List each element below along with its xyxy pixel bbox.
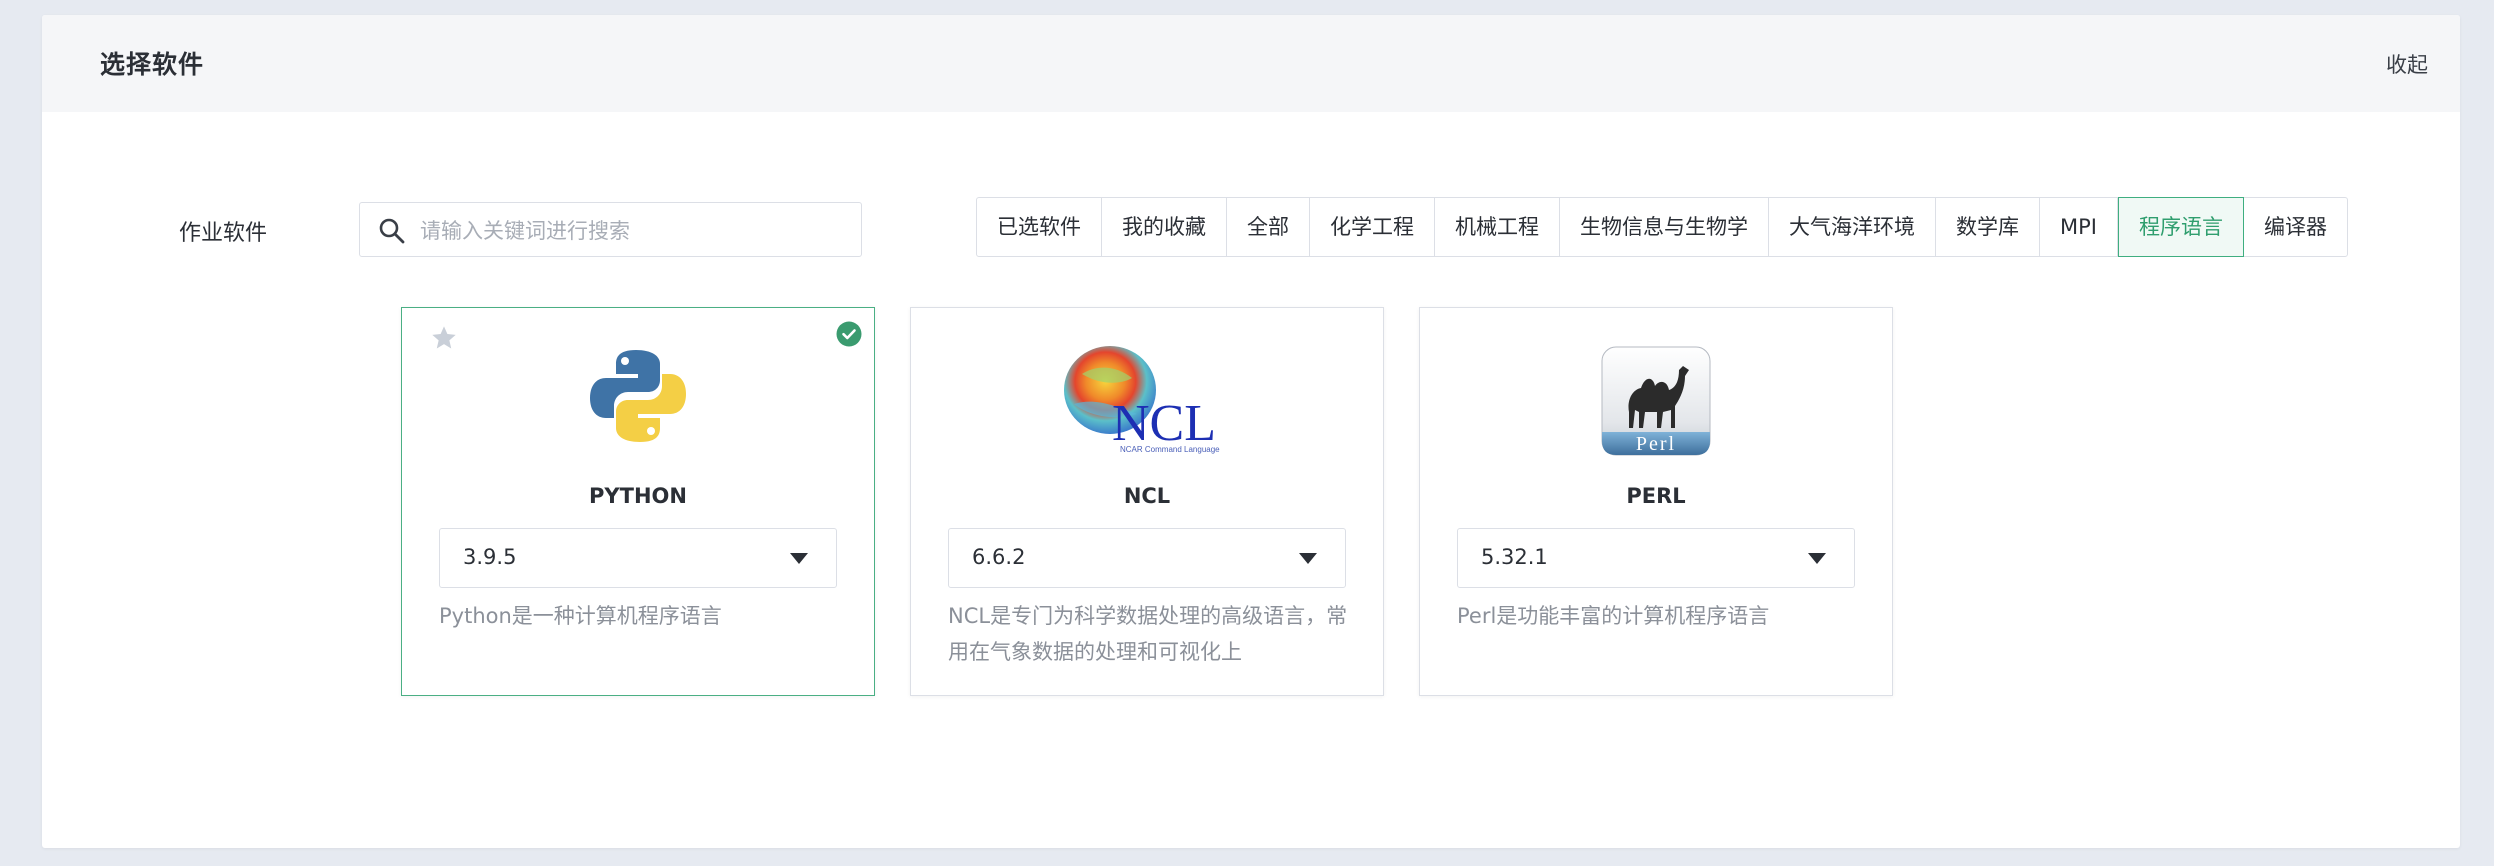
perl-logo-icon: Perl [1601, 346, 1711, 456]
favorite-star-icon[interactable] [430, 324, 458, 352]
version-value: 6.6.2 [972, 545, 1026, 569]
caret-down-icon [790, 553, 808, 564]
software-name: PERL [1626, 484, 1686, 508]
version-select[interactable]: 3.9.5 [439, 528, 837, 588]
caret-down-icon [1299, 553, 1317, 564]
panel-header: 选择软件 收起 [42, 15, 2460, 112]
tab-math-library[interactable]: 数学库 [1936, 198, 2040, 256]
ncl-logo-icon: NCL NCAR Command Language [1064, 346, 1220, 454]
software-description: Python是一种计算机程序语言 [439, 604, 722, 628]
software-name: NCL [1123, 484, 1171, 508]
software-card-perl[interactable]: Perl PERL 5.32.1 Perl是功能丰富的计算机程序语言 [1419, 307, 1893, 696]
collapse-button[interactable]: 收起 [2386, 49, 2428, 79]
caret-down-icon [1808, 553, 1826, 564]
job-software-label: 作业软件 [179, 221, 268, 246]
ncl-logo-subtext: NCAR Command Language [1120, 445, 1220, 454]
version-value: 5.32.1 [1481, 545, 1548, 569]
tab-all[interactable]: 全部 [1227, 198, 1310, 256]
tab-bioinformatics[interactable]: 生物信息与生物学 [1560, 198, 1769, 256]
tab-mechanical-engineering[interactable]: 机械工程 [1435, 198, 1560, 256]
tab-chemical-engineering[interactable]: 化学工程 [1310, 198, 1435, 256]
software-card-ncl[interactable]: NCL NCAR Command Language NCL 6.6.2 NCL是… [910, 307, 1384, 696]
tab-compilers[interactable]: 编译器 [2244, 198, 2347, 256]
version-select[interactable]: 6.6.2 [948, 528, 1346, 588]
tab-mpi[interactable]: MPI [2040, 198, 2118, 256]
software-description: Perl是功能丰富的计算机程序语言 [1457, 604, 1770, 628]
software-name: PYTHON [589, 484, 687, 508]
search-icon [379, 218, 405, 244]
python-logo-icon [590, 350, 686, 442]
search-box [359, 202, 862, 257]
version-value: 3.9.5 [463, 545, 517, 569]
software-card-python[interactable]: PYTHON 3.9.5 Python是一种计算机程序语言 [401, 307, 875, 696]
tab-atmosphere-ocean[interactable]: 大气海洋环境 [1769, 198, 1936, 256]
tab-selected-software[interactable]: 已选软件 [977, 198, 1102, 256]
panel-title: 选择软件 [100, 50, 205, 79]
tab-programming-languages[interactable]: 程序语言 [2117, 197, 2244, 257]
ncl-logo-text: NCL [1112, 395, 1216, 452]
version-select[interactable]: 5.32.1 [1457, 528, 1855, 588]
perl-logo-text: Perl [1636, 433, 1676, 455]
search-input[interactable] [418, 211, 852, 251]
category-filter-tabs: 已选软件 我的收藏 全部 化学工程 机械工程 生物信息与生物学 大气海洋环境 数… [976, 197, 2348, 257]
tab-my-favorites[interactable]: 我的收藏 [1102, 198, 1227, 256]
selected-check-icon [836, 321, 862, 347]
software-description: NCL是专门为科学数据处理的高级语言，常用在气象数据的处理和可视化上 [948, 604, 1348, 664]
